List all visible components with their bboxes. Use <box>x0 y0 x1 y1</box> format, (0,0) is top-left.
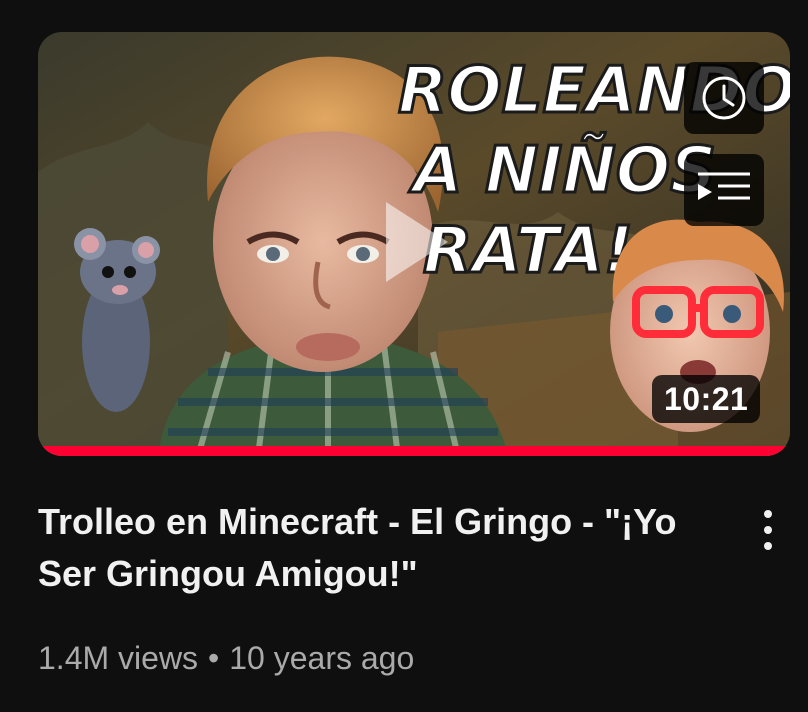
view-count: 1.4M views <box>38 640 199 676</box>
svg-text:RATA!: RATA! <box>423 214 633 288</box>
more-actions-button[interactable] <box>744 500 792 560</box>
queue-icon <box>698 172 750 200</box>
upload-age: 10 years ago <box>229 640 415 676</box>
watch-progress-bar <box>38 446 790 456</box>
more-vertical-icon-dot <box>764 542 772 550</box>
video-metadata: 1.4M views • 10 years ago <box>38 634 414 682</box>
meta-separator: • <box>208 640 220 676</box>
watch-later-button[interactable] <box>684 62 764 134</box>
more-vertical-icon-dot <box>764 526 772 534</box>
duration-badge: 10:21 <box>652 375 761 423</box>
video-title[interactable]: Trolleo en Minecraft - El Gringo - "¡Yo … <box>38 496 688 600</box>
video-thumbnail[interactable]: ROLEANDO A NIÑOS RATA! 10:21 <box>38 32 790 456</box>
video-card[interactable]: ROLEANDO A NIÑOS RATA! 10:21 Trolleo en … <box>0 0 808 712</box>
add-to-queue-button[interactable] <box>684 154 764 226</box>
more-vertical-icon-dot <box>764 510 772 518</box>
svg-text:A NIÑOS: A NIÑOS <box>408 132 716 208</box>
clock-icon <box>702 76 746 120</box>
